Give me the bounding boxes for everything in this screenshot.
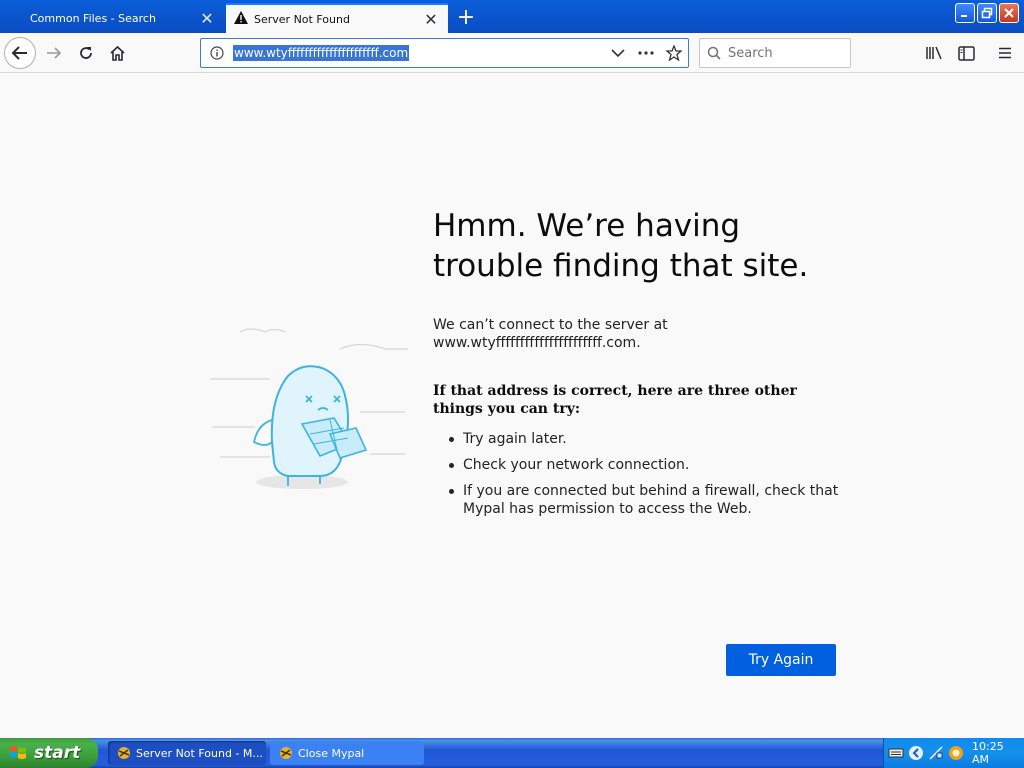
tab-label: Common Files - Search — [30, 11, 156, 25]
start-button[interactable]: start — [0, 738, 98, 768]
home-icon[interactable] — [102, 38, 132, 68]
search-placeholder: Search — [728, 45, 773, 61]
taskbar-item-server-not-found[interactable]: Server Not Found - M... — [108, 741, 266, 765]
list-item: Check your network connection. — [449, 456, 843, 474]
chevron-left-icon[interactable] — [908, 745, 924, 761]
sidebar-icon[interactable] — [951, 38, 981, 68]
suggestions-heading: If that address is correct, here are thr… — [433, 383, 797, 417]
taskbar-item-label: Close Mypal — [298, 746, 365, 760]
url-bar[interactable]: www.wtyffffffffffffffffffffff.com — [200, 38, 689, 68]
error-illustration — [210, 324, 410, 504]
taskbar-item-close-mypal[interactable]: Close Mypal — [270, 741, 424, 765]
new-tab-plus-icon[interactable]: + — [452, 3, 480, 31]
tab-label: Server Not Found — [254, 12, 350, 26]
library-icon[interactable] — [919, 38, 949, 68]
chevron-down-icon[interactable] — [604, 48, 632, 58]
page-content: Hmm. We’re having trouble finding that s… — [0, 74, 1024, 738]
taskbar-item-label: Server Not Found - M... — [136, 746, 263, 760]
restore-icon[interactable] — [977, 3, 997, 23]
mypal-icon — [278, 745, 294, 761]
warning-icon — [234, 11, 248, 27]
minimize-icon[interactable] — [955, 3, 975, 23]
mypal-icon — [116, 745, 132, 761]
page-actions-ellipsis-icon[interactable] — [632, 51, 660, 55]
navigation-toolbar: www.wtyffffffffffffffffffffff.com Search — [0, 33, 1024, 73]
info-icon[interactable] — [201, 46, 233, 60]
forward-arrow-icon[interactable] — [39, 38, 69, 68]
system-tray: 10:25 AM — [883, 738, 1024, 768]
security-icon[interactable] — [948, 745, 964, 761]
close-window-icon[interactable] — [999, 3, 1019, 23]
suggestions-list: Try again later. Check your network conn… — [449, 430, 843, 518]
list-item: Try again later. — [449, 430, 843, 448]
search-input[interactable]: Search — [699, 38, 851, 68]
search-icon — [700, 46, 728, 60]
try-again-button[interactable]: Try Again — [726, 644, 836, 676]
hamburger-menu-icon[interactable] — [990, 38, 1020, 68]
close-icon[interactable]: ✕ — [420, 8, 442, 30]
reload-icon[interactable] — [71, 38, 101, 68]
bookmark-star-icon[interactable] — [660, 45, 688, 61]
close-icon[interactable]: ✕ — [196, 7, 218, 29]
error-description: We can’t connect to the server at www.wt… — [433, 317, 668, 351]
url-text[interactable]: www.wtyffffffffffffffffffffff.com — [233, 45, 410, 61]
network-icon[interactable] — [928, 745, 944, 761]
keyboard-icon[interactable] — [888, 745, 904, 761]
error-title: Hmm. We’re having trouble finding that s… — [433, 208, 809, 284]
windows-flag-icon — [8, 743, 28, 763]
tab-server-not-found[interactable]: Server Not Found ✕ — [226, 3, 448, 33]
back-arrow-icon[interactable] — [4, 37, 36, 69]
tab-common-files-search[interactable]: Common Files - Search ✕ — [0, 3, 224, 33]
start-label: start — [34, 743, 81, 763]
clock: 10:25 AM — [972, 740, 1004, 766]
error-container: Hmm. We’re having trouble finding that s… — [433, 206, 843, 676]
tab-bar: Common Files - Search ✕ Server Not Found… — [0, 0, 1024, 33]
taskbar: start Server Not Found - M... Close Mypa… — [0, 738, 1024, 768]
list-item: If you are connected but behind a firewa… — [449, 482, 843, 518]
